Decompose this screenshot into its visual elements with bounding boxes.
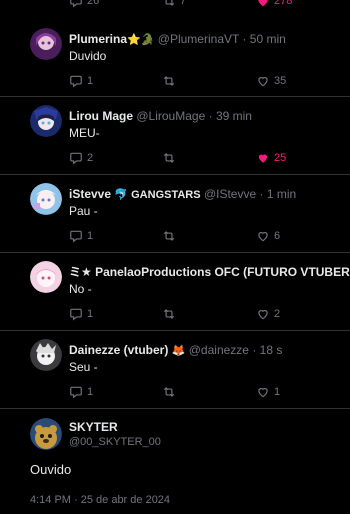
like-button[interactable]: 25 <box>256 151 286 165</box>
reply-text: Pau - <box>69 204 98 218</box>
reply-button[interactable]: 2 <box>69 151 93 165</box>
post-timestamp[interactable]: 4:14 PM · 25 de abr de 2024 <box>30 494 170 506</box>
reply-button[interactable]: 1 <box>69 229 93 243</box>
handle[interactable]: @IStevve <box>204 187 256 201</box>
timestamp[interactable]: 18 s <box>260 343 283 357</box>
reply-button[interactable]: 26 <box>69 0 99 8</box>
name-emoji: ⭐🐊 <box>127 34 155 46</box>
avatar[interactable] <box>30 28 62 60</box>
retweet-icon <box>165 0 175 6</box>
reply-tweet[interactable]: Lirou Mage @LirouMage · 39 min MEU- 2 25 <box>0 97 350 175</box>
handle[interactable]: @00_SKYTER_00 <box>69 436 161 448</box>
reply-tweet[interactable]: Dainezze (vtuber) 🦊 @dainezze · 18 s Seu… <box>0 331 350 409</box>
display-name[interactable]: ミ★ PanelaoProductions OFC (FUTURO VTUBER… <box>69 265 350 279</box>
reply-actions: 1 2 <box>69 307 329 323</box>
reply-button[interactable]: 1 <box>69 385 93 399</box>
reply-tweet[interactable]: iStevve 🐬 GANGSTARS @IStevve · 1 min Pau… <box>0 175 350 253</box>
reply-tweet[interactable]: Plumerina⭐🐊 @PlumerinaVT · 50 min Duvido… <box>0 20 350 97</box>
reply-icon <box>70 308 82 321</box>
handle[interactable]: @PlumerinaVT <box>158 32 239 46</box>
retweet-button[interactable]: 7 <box>162 0 186 8</box>
reply-actions: 1 35 <box>69 74 329 90</box>
display-name[interactable]: SKYTER <box>69 420 118 434</box>
retweet-button[interactable] <box>162 385 176 399</box>
reply-icon <box>70 0 82 8</box>
avatar[interactable] <box>30 339 62 371</box>
retweet-icon <box>163 76 175 86</box>
avatar[interactable] <box>30 261 62 293</box>
reply-button[interactable]: 1 <box>69 74 93 88</box>
heart-icon <box>258 232 268 242</box>
avatar[interactable] <box>30 183 62 215</box>
heart-icon <box>258 388 268 398</box>
like-button[interactable]: 35 <box>256 74 286 88</box>
like-button[interactable]: 6 <box>256 229 280 243</box>
reply-header: ミ★ PanelaoProductions OFC (FUTURO VTUBER… <box>69 264 350 280</box>
retweet-button[interactable] <box>162 151 176 165</box>
retweet-count: 7 <box>180 0 187 7</box>
reply-header: Lirou Mage @LirouMage · 39 min <box>69 109 252 123</box>
reply-actions: 2 25 <box>69 151 329 167</box>
avatar[interactable] <box>30 418 62 450</box>
reply-icon <box>70 230 82 243</box>
reply-count: 26 <box>87 0 100 7</box>
reply-actions: 1 6 <box>69 229 329 245</box>
timestamp[interactable]: 1 min <box>267 187 296 201</box>
reply-button[interactable]: 1 <box>69 307 93 321</box>
heart-filled-icon <box>258 0 268 7</box>
timestamp[interactable]: 50 min <box>250 32 286 46</box>
display-name[interactable]: iStevve <box>69 187 111 201</box>
retweet-icon <box>163 387 175 397</box>
previous-post-actions: 26 7 278 <box>0 0 350 10</box>
retweet-icon <box>163 231 175 241</box>
retweet-button[interactable] <box>162 74 176 88</box>
like-button[interactable]: 278 <box>256 0 292 8</box>
reply-icon <box>70 75 82 88</box>
reply-text: MEU- <box>69 126 100 140</box>
reply-actions: 1 1 <box>69 385 329 401</box>
display-name[interactable]: Dainezze (vtuber) <box>69 343 168 357</box>
like-button[interactable]: 1 <box>256 385 280 399</box>
retweet-icon <box>163 309 175 319</box>
reply-tweet[interactable]: ミ★ PanelaoProductions OFC (FUTURO VTUBER… <box>0 253 350 331</box>
avatar[interactable] <box>30 105 62 137</box>
like-count: 278 <box>274 0 293 7</box>
handle[interactable]: @dainezze <box>189 343 249 357</box>
post-text: Ouvido <box>30 462 72 477</box>
reply-icon <box>70 152 82 165</box>
handle[interactable]: @LirouMage <box>136 109 205 123</box>
retweet-button[interactable] <box>162 229 176 243</box>
like-button[interactable]: 2 <box>256 307 280 321</box>
heart-icon <box>258 77 268 87</box>
display-name[interactable]: Plumerina <box>69 32 127 46</box>
reply-text: No - <box>69 282 92 296</box>
retweet-button[interactable] <box>162 307 176 321</box>
reply-text: Seu - <box>69 360 98 374</box>
timestamp[interactable]: 39 min <box>216 109 252 123</box>
display-name[interactable]: Lirou Mage <box>69 109 133 123</box>
reply-text: Duvido <box>69 49 107 63</box>
heart-icon <box>258 310 268 320</box>
heart-filled-icon <box>258 154 268 163</box>
reply-header: iStevve 🐬 GANGSTARS @IStevve · 1 min <box>69 187 297 201</box>
reply-icon <box>70 386 82 399</box>
retweet-icon <box>163 153 175 163</box>
reply-header: Plumerina⭐🐊 @PlumerinaVT · 50 min <box>69 32 286 46</box>
reply-header: Dainezze (vtuber) 🦊 @dainezze · 18 s <box>69 343 283 357</box>
